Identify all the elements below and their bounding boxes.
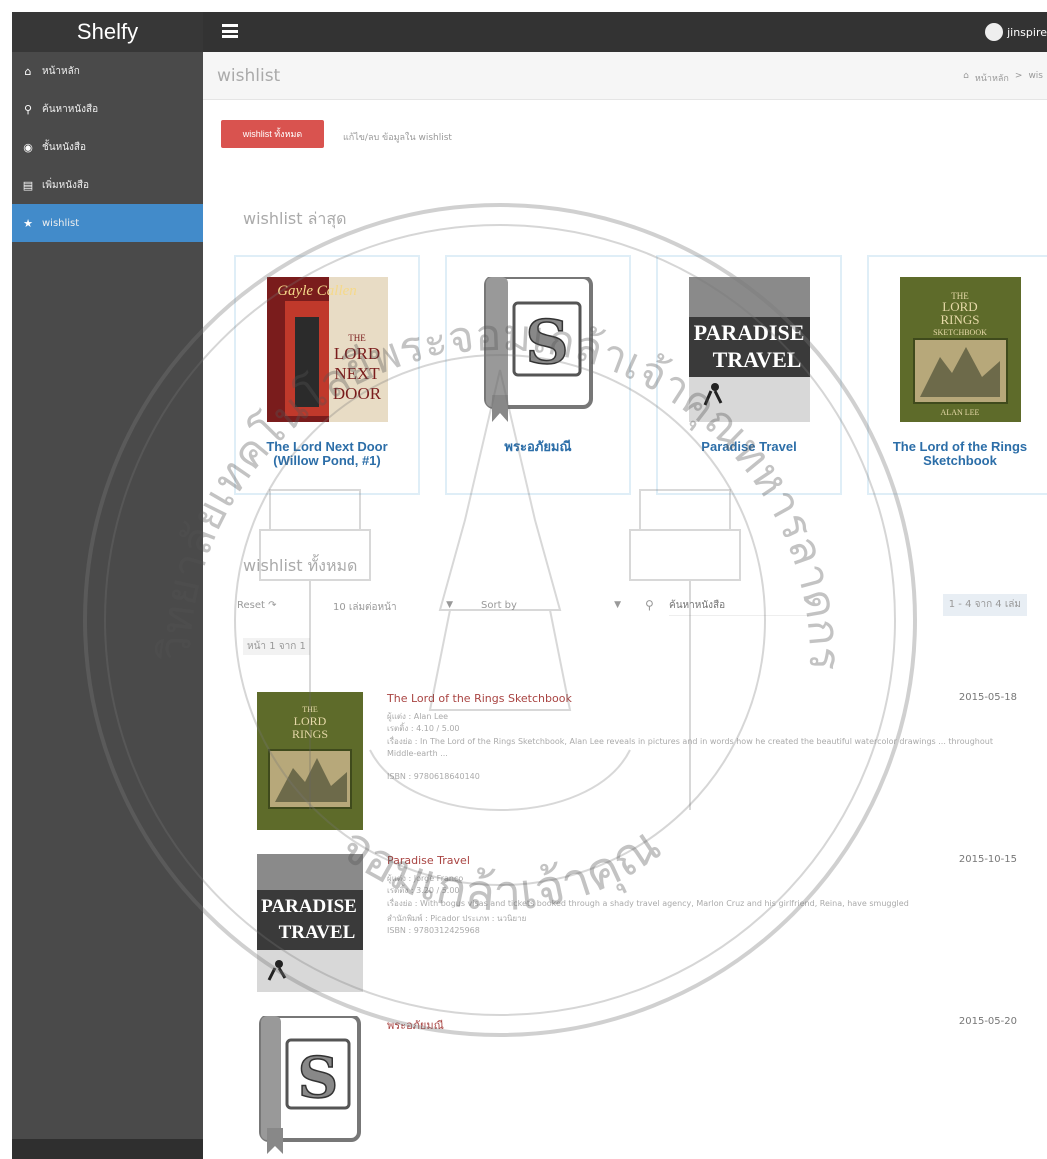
per-page-select[interactable]: 10 เล่มต่อหน้า ▼: [333, 600, 453, 615]
cover-author-text: Gayle Callen: [277, 283, 357, 299]
edit-wishlist-link[interactable]: แก้ไข/ลบ ข้อมูลใน wishlist: [343, 130, 452, 144]
breadcrumb-home[interactable]: หน้าหลัก: [975, 71, 1009, 85]
cover-title-text: RINGS: [292, 727, 328, 741]
card-title[interactable]: The Lord of the Rings Sketchbook: [875, 440, 1045, 468]
cover-letter: S: [525, 308, 568, 378]
user-menu[interactable]: jinspire: [985, 22, 1047, 42]
cover-title-text: LORD: [334, 344, 380, 363]
page-indicator: หน้า 1 จาก 1: [243, 638, 310, 655]
list-toolbar: Reset ↷ 10 เล่มต่อหน้า▼ Sort by▼ ⚲ 1 - 4…: [237, 594, 1027, 620]
list-item: THE LORD RINGS The Lord of the Rings Ske…: [257, 692, 1017, 832]
globe-icon: ◉: [23, 140, 33, 154]
sidebar-item-label: ค้นหาหนังสือ: [42, 103, 99, 115]
breadcrumb-separator: >: [1014, 71, 1023, 81]
item-title[interactable]: Paradise Travel: [387, 854, 470, 867]
book-icon: ▤: [22, 178, 34, 192]
cover-title-text: DOOR: [333, 384, 382, 403]
book-cover: THE LORD RINGS SKETCHBOOK ALAN LEE: [900, 277, 1021, 422]
item-description: เรื่องย่อ : In The Lord of the Rings Ske…: [387, 737, 993, 758]
item-isbn: ISBN : 9780312425968: [387, 926, 480, 935]
wishlist-card[interactable]: THE LORD RINGS SKETCHBOOK ALAN LEE The L…: [867, 255, 1047, 495]
book-thumbnail[interactable]: PARADISE TRAVEL: [257, 854, 363, 992]
all-section-title: wishlist ทั้งหมด: [243, 556, 358, 575]
wishlist-all-button[interactable]: wishlist ทั้งหมด: [221, 120, 324, 148]
list-item: PARADISE TRAVEL Paradise Travel 2015-10-…: [257, 854, 1017, 994]
sidebar-item-label: ชั้นหนังสือ: [42, 141, 87, 153]
cover-title-text: NEXT: [334, 364, 380, 383]
caret-down-icon: ▼: [446, 600, 453, 610]
home-icon: ⌂: [24, 64, 32, 78]
item-title[interactable]: พระอภัยมณี: [387, 1016, 444, 1034]
sort-by-select[interactable]: Sort by ▼: [481, 600, 621, 611]
sidebar-item-search[interactable]: ⚲ ค้นหาหนังสือ: [12, 90, 203, 128]
card-title[interactable]: พระอภัยมณี: [453, 440, 623, 454]
reset-button[interactable]: Reset ↷: [237, 600, 277, 611]
cover-title-text: THE: [302, 705, 318, 714]
avatar: [985, 23, 1004, 41]
search-icon: ⚲: [23, 102, 33, 116]
sidebar-footer: [12, 1139, 203, 1159]
user-name: jinspire: [1007, 25, 1047, 39]
cover-title-text: SKETCHBOOK: [933, 328, 987, 337]
item-publisher: สำนักพิมพ์ : Picador ประเภท : นวนิยาย: [387, 914, 527, 923]
placeholder-book-icon[interactable]: S: [257, 1016, 363, 1154]
sidebar-item-add-book[interactable]: ▤ เพิ่มหนังสือ: [12, 166, 203, 204]
cover-author-text: ALAN LEE: [941, 408, 980, 417]
list-item: S พระอภัยมณี 2015-05-20: [257, 1016, 1017, 1159]
brand-logo[interactable]: Shelfy: [12, 12, 203, 52]
item-rating: เรตติ้ง : 4.10 / 5.00: [387, 724, 460, 733]
item-isbn: ISBN : 9780618640140: [387, 772, 480, 781]
sidebar-item-label: wishlist: [42, 217, 80, 229]
item-title[interactable]: The Lord of the Rings Sketchbook: [387, 692, 572, 705]
sidebar-item-label: หน้าหลัก: [42, 65, 80, 77]
breadcrumb-current: wis: [1028, 71, 1043, 81]
cover-title-text: PARADISE: [694, 320, 805, 345]
caret-down-icon: ▼: [614, 600, 621, 610]
sidebar-item-wishlist[interactable]: ★ wishlist: [12, 204, 203, 242]
cover-title-text: TRAVEL: [713, 347, 802, 372]
star-icon: ★: [23, 216, 33, 230]
sidebar-item-bookshelf[interactable]: ◉ ชั้นหนังสือ: [12, 128, 203, 166]
top-navbar: Shelfy jinspire: [12, 12, 1047, 52]
card-title[interactable]: Paradise Travel: [664, 440, 834, 454]
cover-title-text: PARADISE: [261, 896, 357, 917]
placeholder-book-icon: S: [484, 277, 593, 422]
item-date: 2015-05-20: [958, 1016, 1017, 1027]
result-count: 1 - 4 จาก 4 เล่ม: [942, 594, 1027, 616]
search-input[interactable]: [669, 596, 809, 616]
book-thumbnail[interactable]: THE LORD RINGS: [257, 692, 363, 830]
book-cover: PARADISE TRAVEL: [689, 277, 810, 422]
item-date: 2015-05-18: [958, 692, 1017, 703]
wishlist-card[interactable]: S พระอภัยมณี: [445, 255, 631, 495]
search-icon: ⚲: [645, 598, 654, 612]
item-description: เรื่องย่อ : With bogus visas and tickets…: [387, 899, 909, 908]
sidebar: ⌂ หน้าหลัก ⚲ ค้นหาหนังสือ ◉ ชั้นหนังสือ …: [12, 52, 203, 1159]
cover-title-text: LORD: [294, 714, 327, 728]
cover-title-text: RINGS: [940, 312, 979, 327]
wishlist-card[interactable]: PARADISE TRAVEL Paradise Travel: [656, 255, 842, 495]
main-content: wishlist ⌂ หน้าหลัก > wis wishlist ทั้งห…: [203, 52, 1047, 1159]
home-icon: ⌂: [963, 71, 969, 81]
item-date: 2015-10-15: [958, 854, 1017, 865]
cover-letter: S: [298, 1045, 338, 1111]
item-rating: เรตติ้ง : 3.20 / 5.00: [387, 886, 460, 895]
latest-section-title: wishlist ล่าสุด: [243, 209, 347, 228]
cover-title-text: THE: [348, 333, 366, 343]
page-title: wishlist: [217, 66, 281, 86]
card-title[interactable]: The Lord Next Door (Willow Pond, #1): [242, 440, 412, 468]
page-header: wishlist ⌂ หน้าหลัก > wis: [203, 52, 1047, 100]
sidebar-item-label: เพิ่มหนังสือ: [42, 179, 90, 191]
cover-title-text: TRAVEL: [279, 922, 356, 943]
book-cover: Gayle Callen THE LORD NEXT DOOR: [267, 277, 388, 422]
sidebar-item-home[interactable]: ⌂ หน้าหลัก: [12, 52, 203, 90]
breadcrumb: ⌂ หน้าหลัก > wis: [963, 71, 1043, 85]
wishlist-card[interactable]: Gayle Callen THE LORD NEXT DOOR The Lord…: [234, 255, 420, 495]
hamburger-menu-icon[interactable]: [222, 24, 238, 38]
